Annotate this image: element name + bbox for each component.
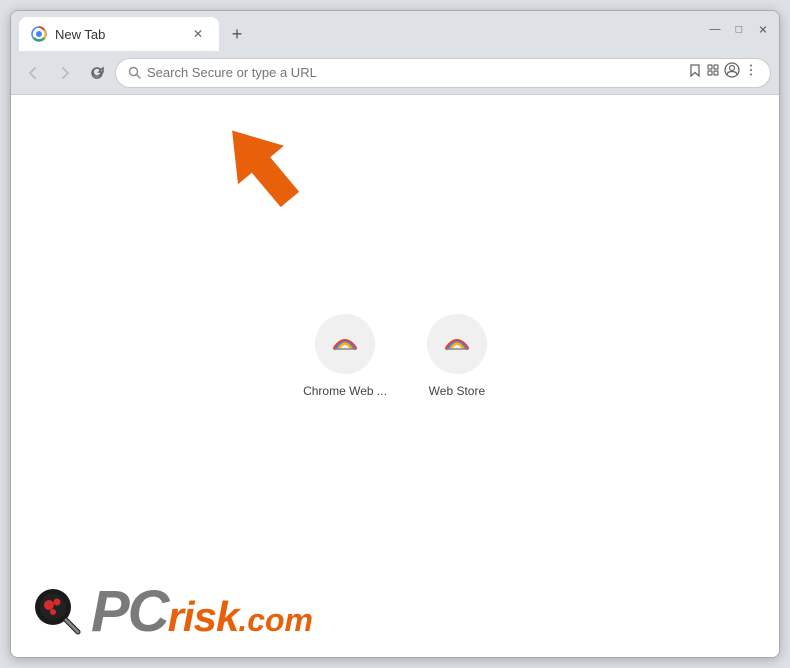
reload-button[interactable]: [83, 59, 111, 87]
profile-icon[interactable]: [724, 62, 740, 83]
maximize-button[interactable]: □: [731, 21, 747, 37]
shortcut-web-store[interactable]: Web Store: [427, 314, 487, 398]
tab-close-button[interactable]: ✕: [189, 25, 207, 43]
menu-icon[interactable]: [744, 63, 758, 82]
address-bar[interactable]: [115, 58, 771, 88]
pcrisk-logo-icon: [31, 585, 85, 639]
minimize-button[interactable]: —: [707, 21, 723, 37]
shortcut-label-web-store: Web Store: [429, 384, 485, 398]
search-icon: [128, 66, 141, 79]
window-controls: — □ ✕: [707, 21, 771, 37]
new-tab-button[interactable]: +: [223, 20, 251, 48]
risk-text: risk: [168, 596, 239, 638]
shortcut-label-chrome-web: Chrome Web ...: [303, 384, 387, 398]
tab-favicon: [31, 26, 47, 42]
close-button[interactable]: ✕: [755, 21, 771, 37]
domain-text: .com: [238, 602, 313, 639]
pc-text: PC: [91, 583, 168, 641]
pcrisk-brand-text: PC risk .com: [91, 583, 313, 641]
shortcut-chrome-web[interactable]: Chrome Web ...: [303, 314, 387, 398]
tab-title: New Tab: [55, 27, 181, 42]
shortcut-icon-web-store: [427, 314, 487, 374]
shortcuts-area: Chrome Web ... Web Store: [303, 314, 487, 398]
bookmark-icon[interactable]: [688, 63, 702, 82]
watermark: PC risk .com: [11, 567, 779, 657]
title-bar: New Tab ✕ + — □ ✕: [11, 11, 779, 51]
url-input[interactable]: [147, 65, 682, 80]
forward-button[interactable]: [51, 59, 79, 87]
back-button[interactable]: [19, 59, 47, 87]
active-tab[interactable]: New Tab ✕: [19, 17, 219, 51]
browser-window: New Tab ✕ + — □ ✕: [10, 10, 780, 658]
extensions-icon[interactable]: [706, 63, 720, 82]
page-content: Chrome Web ... Web Store: [11, 95, 779, 657]
browser-toolbar: [11, 51, 779, 95]
arrow-annotation: [206, 115, 326, 225]
shortcut-icon-chrome-web: [315, 314, 375, 374]
